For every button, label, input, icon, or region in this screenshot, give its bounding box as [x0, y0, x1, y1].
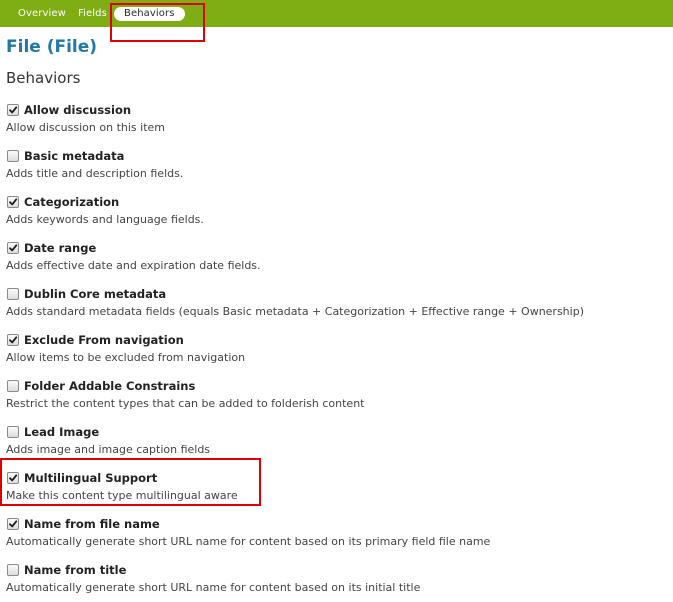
behavior-checkbox[interactable]: [7, 518, 19, 530]
tab-bar: Overview Fields Behaviors: [0, 0, 673, 27]
behavior-item: Folder Addable Constrains Restrict the co…: [6, 378, 646, 418]
tab-overview[interactable]: Overview: [18, 8, 66, 19]
tab-behaviors[interactable]: Behaviors: [114, 7, 185, 21]
behavior-description: Restrict the content types that can be a…: [6, 397, 365, 410]
behavior-checkbox[interactable]: [7, 426, 19, 438]
behavior-description: Allow discussion on this item: [6, 121, 165, 134]
section-title: Behaviors: [6, 69, 81, 87]
behavior-label[interactable]: Categorization: [24, 195, 119, 209]
behavior-checkbox[interactable]: [7, 150, 19, 162]
checkmark-icon: [9, 520, 18, 528]
page-title: File (File): [6, 37, 98, 57]
behavior-checkbox[interactable]: [7, 472, 19, 484]
behavior-description: Adds image and image caption fields: [6, 443, 211, 456]
behavior-label[interactable]: Multilingual Support: [24, 471, 157, 485]
behavior-item: Date range Adds effective date and expira…: [6, 240, 646, 280]
behavior-description: Automatically generate short URL name fo…: [6, 581, 421, 594]
behavior-label[interactable]: Dublin Core metadata: [24, 287, 166, 301]
behavior-checkbox[interactable]: [7, 104, 19, 116]
behavior-item: Lead Image Adds image and image caption f…: [6, 424, 646, 464]
behavior-description: Allow items to be excluded from navigati…: [6, 351, 246, 364]
behavior-checkbox[interactable]: [7, 564, 19, 576]
behavior-label[interactable]: Lead Image: [24, 425, 99, 439]
behavior-checkbox[interactable]: [7, 196, 19, 208]
checkmark-icon: [9, 336, 18, 344]
behavior-item: Name from title Automatically generate sh…: [6, 562, 646, 602]
behavior-description: Adds title and description fields.: [6, 167, 184, 180]
behavior-label[interactable]: Name from file name: [24, 517, 160, 531]
behavior-description: Make this content type multilingual awar…: [6, 489, 238, 502]
checkmark-icon: [9, 198, 18, 206]
behavior-label[interactable]: Exclude From navigation: [24, 333, 184, 347]
behavior-label[interactable]: Date range: [24, 241, 96, 255]
behavior-item: Allow discussion Allow discussion on this…: [6, 102, 646, 142]
behavior-description: Automatically generate short URL name fo…: [6, 535, 491, 548]
behavior-checkbox[interactable]: [7, 242, 19, 254]
behavior-item: Name from file name Automatically generat…: [6, 516, 646, 556]
behavior-item: Exclude From navigation Allow items to be…: [6, 332, 646, 372]
behavior-item: Basic metadata Adds title and description…: [6, 148, 646, 188]
checkmark-icon: [9, 474, 18, 482]
behavior-item: Multilingual Support Make this content ty…: [6, 470, 646, 510]
checkmark-icon: [9, 106, 18, 114]
behavior-label[interactable]: Name from title: [24, 563, 126, 577]
behavior-label[interactable]: Basic metadata: [24, 149, 124, 163]
checkmark-icon: [9, 244, 18, 252]
behavior-description: Adds standard metadata fields (equals Ba…: [6, 305, 584, 318]
behavior-checkbox[interactable]: [7, 288, 19, 300]
behavior-item: Categorization Adds keywords and language…: [6, 194, 646, 234]
behavior-checkbox[interactable]: [7, 334, 19, 346]
behavior-label[interactable]: Allow discussion: [24, 103, 131, 117]
behavior-description: Adds keywords and language fields.: [6, 213, 204, 226]
tab-fields[interactable]: Fields: [78, 8, 107, 19]
behavior-description: Adds effective date and expiration date …: [6, 259, 261, 272]
behavior-checkbox[interactable]: [7, 380, 19, 392]
behavior-item: Dublin Core metadata Adds standard metada…: [6, 286, 646, 326]
behavior-label[interactable]: Folder Addable Constrains: [24, 379, 195, 393]
